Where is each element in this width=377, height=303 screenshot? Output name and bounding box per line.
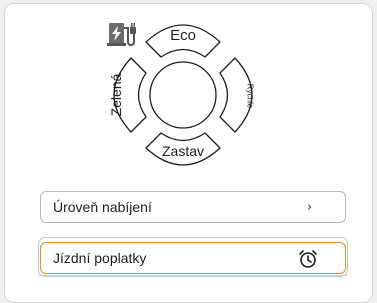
driving-fees-row[interactable]: Jízdní poplatky [40, 242, 346, 274]
dial-label-green: Zelená [108, 73, 124, 117]
dial-label-eco: Eco [170, 27, 196, 44]
charge-level-label: Úroveň nabíjení [53, 199, 152, 215]
dial-label-stop: Zastav [161, 143, 204, 159]
driving-fees-label: Jízdní poplatky [53, 250, 147, 266]
dial-label-fast: Rychle [245, 83, 255, 109]
charge-level-row[interactable]: Úroveň nabíjení › [40, 191, 346, 223]
chevron-right-icon: › [307, 200, 313, 215]
mode-dial: Eco Zelená Rychle Zastav [103, 14, 263, 176]
dial-center-button[interactable] [149, 61, 217, 129]
alarm-clock-icon[interactable] [297, 248, 319, 270]
divider [39, 275, 347, 276]
